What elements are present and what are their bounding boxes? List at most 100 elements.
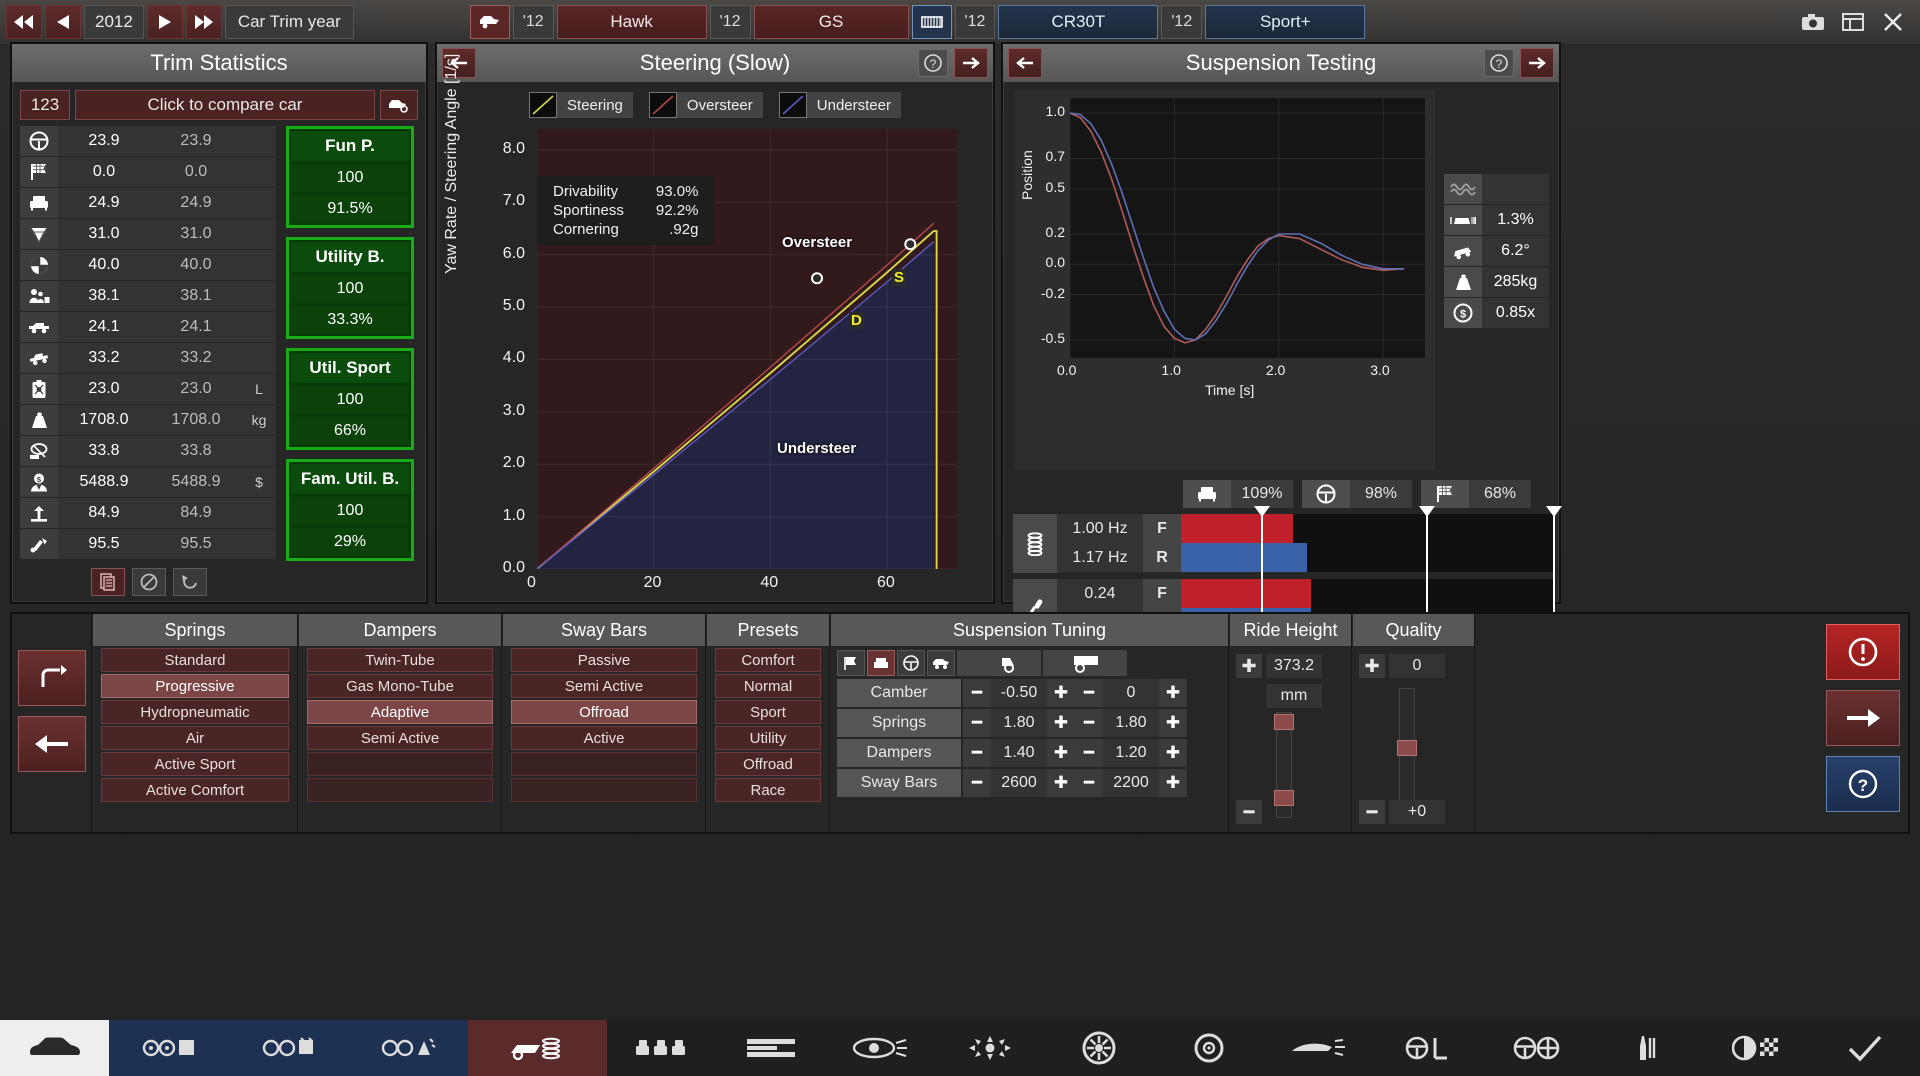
tab-trim-gs[interactable]: GS (754, 5, 909, 39)
layout-icon[interactable] (1838, 7, 1868, 37)
taskbar-brakes-icon[interactable] (935, 1020, 1044, 1076)
option-offroad[interactable]: Offroad (511, 700, 697, 724)
tab-year-1[interactable]: '12 (710, 5, 751, 39)
option-active[interactable]: Active (511, 726, 697, 750)
taskbar-engine-parts-icon[interactable] (229, 1020, 348, 1076)
tuning-mode-comfort-icon[interactable] (867, 650, 895, 676)
tab-model-hawk[interactable]: Hawk (557, 5, 707, 39)
year-prev-button[interactable] (45, 5, 81, 39)
compare-number[interactable]: 123 (20, 90, 70, 120)
tuning-mode-sport-icon[interactable] (897, 650, 925, 676)
ride-height-knob-top[interactable] (1274, 714, 1294, 730)
suspension-help-icon[interactable]: ? (1484, 49, 1514, 77)
nav-up-button[interactable] (18, 650, 86, 706)
tuning-mode-utility-icon[interactable] (927, 650, 955, 676)
taskbar-aero-icon[interactable] (1263, 1020, 1372, 1076)
option-active-comfort[interactable]: Active Comfort (101, 778, 289, 802)
tuning-rear-minus[interactable]: ━ (1075, 709, 1103, 737)
camera-icon[interactable] (1798, 7, 1828, 37)
taskbar-wheel-icon[interactable] (1045, 1020, 1154, 1076)
year-first-button[interactable] (6, 5, 42, 39)
ride-height-plus-button[interactable]: ✚ (1236, 654, 1262, 678)
taskbar-check-icon[interactable] (1811, 1020, 1920, 1076)
option-sport[interactable]: Sport (715, 700, 821, 724)
tuning-rear-minus[interactable]: ━ (1075, 769, 1103, 797)
taskbar-suspension-icon[interactable] (468, 1020, 607, 1076)
help-button[interactable]: ? (1826, 756, 1900, 812)
year-last-button[interactable] (186, 5, 222, 39)
car-icon[interactable] (470, 5, 510, 39)
nav-left-button[interactable] (18, 716, 86, 772)
suspension-forward-button[interactable] (1520, 48, 1554, 78)
option-semi-active[interactable]: Semi Active (511, 674, 697, 698)
option-twin-tube[interactable]: Twin-Tube (307, 648, 493, 672)
option-comfort[interactable]: Comfort (715, 648, 821, 672)
option-gas-mono-tube[interactable]: Gas Mono-Tube (307, 674, 493, 698)
tab-year-0[interactable]: '12 (513, 5, 554, 39)
taskbar-finish-icon[interactable] (1701, 1020, 1810, 1076)
option-race[interactable]: Race (715, 778, 821, 802)
tuning-front-plus[interactable]: ✚ (1047, 709, 1075, 737)
option-passive[interactable]: Passive (511, 648, 697, 672)
tuning-rear-plus[interactable]: ✚ (1159, 679, 1187, 707)
warning-button[interactable] (1826, 624, 1900, 680)
legend-item-steering[interactable]: Steering (529, 92, 633, 118)
tuning-front-plus[interactable]: ✚ (1047, 739, 1075, 767)
taskbar-tire-icon[interactable] (1154, 1020, 1263, 1076)
tab-variant-sportplus[interactable]: Sport+ (1205, 5, 1365, 39)
taskbar-interior-icon[interactable] (716, 1020, 825, 1076)
engine-icon[interactable] (912, 5, 952, 39)
reset-icon[interactable] (173, 568, 207, 596)
taskbar-lighting-icon[interactable] (826, 1020, 935, 1076)
option-semi-active[interactable]: Semi Active (307, 726, 493, 750)
tuning-front-plus[interactable]: ✚ (1047, 769, 1075, 797)
taskbar-seats-icon[interactable] (607, 1020, 716, 1076)
close-icon[interactable] (1878, 7, 1908, 37)
legend-item-understeer[interactable]: Understeer (779, 92, 901, 118)
tab-engine-cr30t[interactable]: CR30T (998, 5, 1158, 39)
steering-help-icon[interactable]: ? (918, 49, 948, 77)
legend-item-oversteer[interactable]: Oversteer (649, 92, 763, 118)
ride-height-minus-button[interactable]: ━ (1236, 800, 1262, 824)
compare-car-button[interactable]: Click to compare car (75, 90, 375, 120)
tuning-front-minus[interactable]: ━ (963, 679, 991, 707)
tab-year-2[interactable]: '12 (955, 5, 996, 39)
quality-knob[interactable] (1397, 740, 1417, 756)
option-hydropneumatic[interactable]: Hydropneumatic (101, 700, 289, 724)
option-adaptive[interactable]: Adaptive (307, 700, 493, 724)
tab-year-3[interactable]: '12 (1161, 5, 1202, 39)
option-offroad[interactable]: Offroad (715, 752, 821, 776)
copy-icon[interactable] (91, 568, 125, 596)
nav-right-button[interactable] (1826, 690, 1900, 746)
option-normal[interactable]: Normal (715, 674, 821, 698)
quality-minus-button[interactable]: ━ (1359, 800, 1385, 824)
quality-plus-button[interactable]: ✚ (1359, 654, 1385, 678)
ride-height-knob-bottom[interactable] (1274, 790, 1294, 806)
tuning-rear-minus[interactable]: ━ (1075, 679, 1103, 707)
taskbar-steering-test-icon[interactable] (1373, 1020, 1482, 1076)
taskbar-gearbox-icon[interactable] (348, 1020, 467, 1076)
car-plus-icon[interactable] (380, 90, 418, 120)
option-utility[interactable]: Utility (715, 726, 821, 750)
year-next-button[interactable] (147, 5, 183, 39)
steering-forward-button[interactable] (954, 48, 988, 78)
tuning-rear-plus[interactable]: ✚ (1159, 739, 1187, 767)
option-air[interactable]: Air (101, 726, 289, 750)
tuning-rear-plus[interactable]: ✚ (1159, 769, 1187, 797)
tuning-mode-race-icon[interactable] (837, 650, 865, 676)
ban-icon[interactable] (132, 568, 166, 596)
tuning-front-plus[interactable]: ✚ (1047, 679, 1075, 707)
tuning-front-minus[interactable]: ━ (963, 769, 991, 797)
taskbar-car-body-icon[interactable] (0, 1020, 109, 1076)
taskbar-paint-icon[interactable] (1592, 1020, 1701, 1076)
suspension-back-button[interactable] (1008, 48, 1042, 78)
taskbar-chassis-icon[interactable] (109, 1020, 228, 1076)
taskbar-drivetrain-icon[interactable] (1482, 1020, 1591, 1076)
option-active-sport[interactable]: Active Sport (101, 752, 289, 776)
tuning-front-minus[interactable]: ━ (963, 739, 991, 767)
tuning-front-minus[interactable]: ━ (963, 709, 991, 737)
option-progressive[interactable]: Progressive (101, 674, 289, 698)
option-standard[interactable]: Standard (101, 648, 289, 672)
tuning-rear-plus[interactable]: ✚ (1159, 709, 1187, 737)
tuning-rear-minus[interactable]: ━ (1075, 739, 1103, 767)
